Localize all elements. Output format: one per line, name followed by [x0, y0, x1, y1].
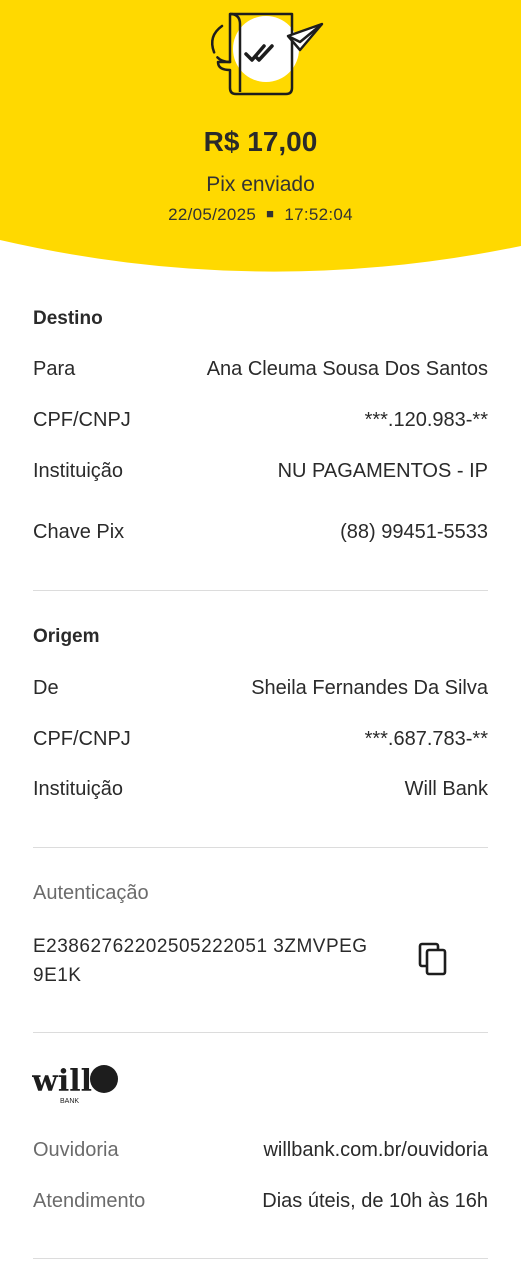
logo-sub: BANK: [60, 1098, 79, 1105]
transfer-status: Pix enviado: [206, 173, 315, 196]
section-divider: [33, 847, 488, 848]
origem-row-instituicao: Instituição Will Bank: [33, 778, 488, 804]
row-label: Atendimento: [33, 1190, 146, 1212]
origem-section-title: Origem: [33, 626, 100, 647]
transfer-datetime: 22/05/2025 ■ 17:52:04: [0, 205, 521, 225]
authentication-label: Autenticação: [33, 882, 149, 904]
destino-row-cpf: CPF/CNPJ ***.120.983-**: [33, 409, 488, 435]
section-divider: [33, 590, 488, 591]
authentication-code: E23862762202505222051 3ZMVPEG9E1K: [33, 936, 368, 986]
separator-dot: ■: [266, 206, 275, 221]
row-label: Instituição: [33, 778, 124, 800]
row-label: De: [33, 677, 59, 699]
row-value: Sheila Fernandes Da Silva: [251, 677, 488, 699]
destino-section-title: Destino: [33, 308, 103, 329]
logo-text: will: [32, 1064, 92, 1099]
row-value: ***.687.783-**: [364, 728, 488, 750]
row-value: ***.120.983-**: [364, 409, 488, 431]
ouvidoria-link[interactable]: willbank.com.br/ouvidoria: [263, 1139, 488, 1162]
footer-row-ouvidoria: Ouvidoria willbank.com.br/ouvidoria: [33, 1139, 488, 1165]
destino-row-chave-pix: Chave Pix (88) 99451-5533: [33, 521, 488, 547]
footer-row-atendimento: Atendimento Dias úteis, de 10h às 16h: [33, 1190, 488, 1216]
will-bank-logo: will BANK: [32, 1064, 118, 1105]
row-value: Ana Cleuma Sousa Dos Santos: [206, 358, 488, 380]
row-value: Dias úteis, de 10h às 16h: [262, 1190, 488, 1212]
row-label: Chave Pix: [33, 521, 125, 543]
transfer-amount: R$ 17,00: [203, 126, 318, 157]
row-label: Para: [33, 358, 76, 380]
row-label: Ouvidoria: [33, 1139, 119, 1161]
section-divider: [33, 1258, 488, 1259]
receipt-check-icon: [211, 12, 324, 96]
destino-row-para: Para Ana Cleuma Sousa Dos Santos: [33, 358, 488, 384]
copy-icon: [418, 942, 447, 976]
section-divider: [33, 1032, 488, 1033]
receipt-header: R$ 17,00 Pix enviado 22/05/2025 ■ 17:52:04: [0, 0, 521, 280]
transfer-date: 22/05/2025: [168, 205, 257, 224]
row-value: NU PAGAMENTOS - IP: [277, 460, 488, 482]
origem-row-de: De Sheila Fernandes Da Silva: [33, 677, 488, 703]
transfer-time: 17:52:04: [284, 205, 353, 224]
copy-button[interactable]: [414, 940, 454, 980]
row-label: CPF/CNPJ: [33, 409, 131, 431]
row-label: CPF/CNPJ: [33, 728, 131, 750]
destino-row-instituicao: Instituição NU PAGAMENTOS - IP: [33, 460, 488, 486]
row-value: Will Bank: [404, 778, 488, 800]
row-value: (88) 99451-5533: [340, 521, 488, 543]
row-label: Instituição: [33, 460, 124, 482]
origem-row-cpf: CPF/CNPJ ***.687.783-**: [33, 728, 488, 754]
